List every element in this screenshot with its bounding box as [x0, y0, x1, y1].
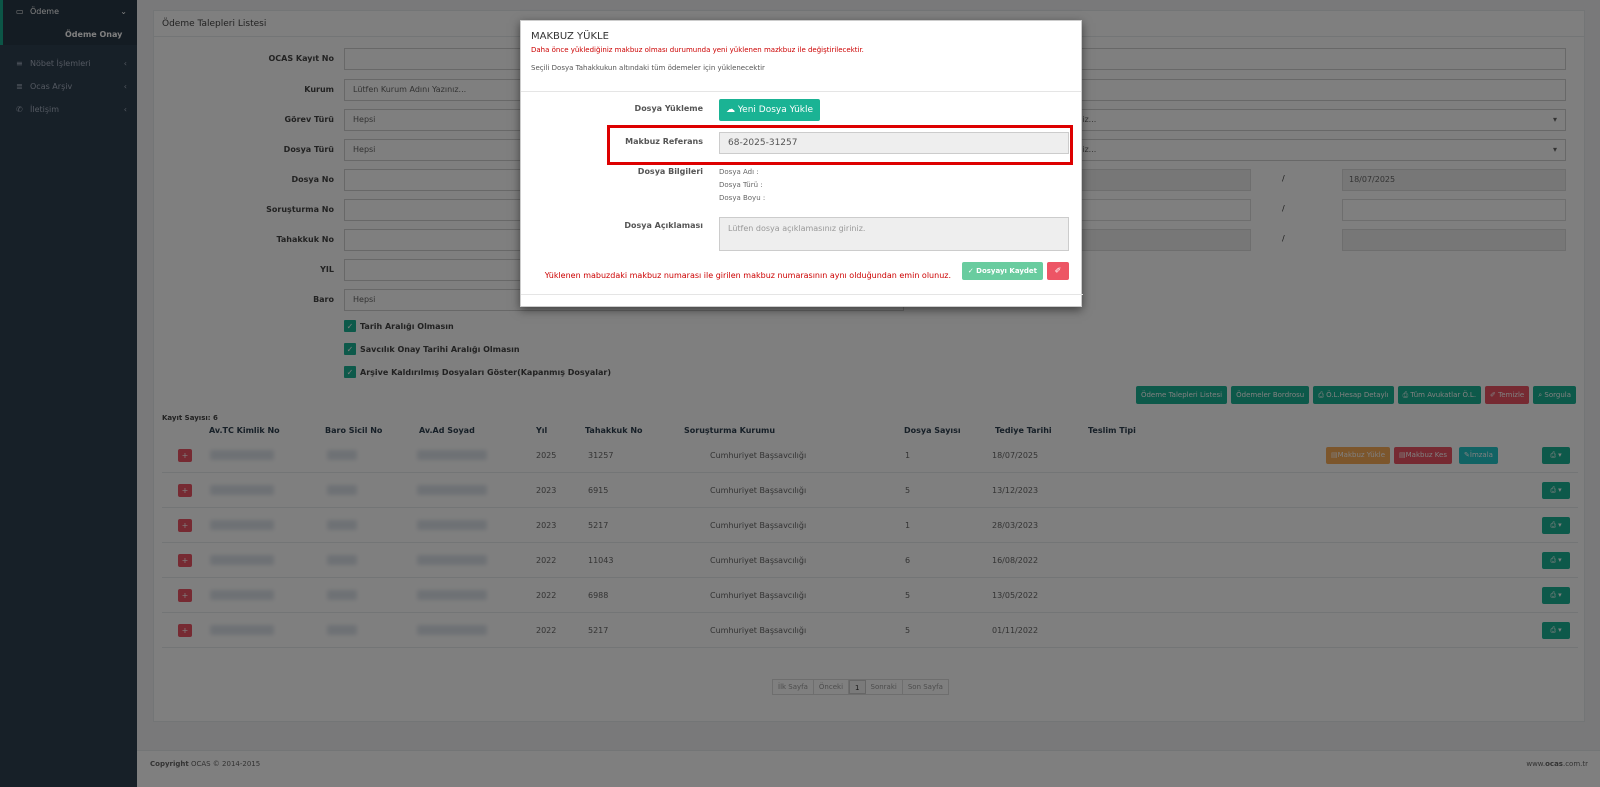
highlight-box — [607, 125, 1073, 165]
new-file-upload-label: Yeni Dosya Yükle — [737, 105, 814, 115]
upload-row: Dosya Yükleme ☁ Yeni Dosya Yükle — [521, 99, 1083, 121]
cloud-upload-icon: ☁ — [726, 105, 738, 115]
file-name-info: Dosya Adı : — [719, 168, 759, 176]
info-label: Dosya Bilgileri — [637, 167, 703, 176]
file-size-info: Dosya Boyu : — [719, 194, 766, 202]
modal-header: MAKBUZ YÜKLE Daha önce yüklediğiniz makb… — [521, 21, 1081, 92]
desc-label: Dosya Açıklaması — [624, 221, 703, 230]
modal-subtitle: Seçili Dosya Tahakkukun altındaki tüm öd… — [531, 64, 765, 72]
modal-title: MAKBUZ YÜKLE — [531, 31, 609, 42]
new-file-upload-button[interactable]: ☁ Yeni Dosya Yükle — [719, 99, 821, 121]
file-description-textarea[interactable]: Lütfen dosya açıklamasınız giriniz. — [719, 217, 1069, 251]
eraser-icon: ✐ — [1054, 266, 1062, 275]
file-type-info: Dosya Türü : — [719, 181, 763, 189]
save-file-label: Dosyayı Kaydet — [976, 267, 1037, 275]
check-icon: ✓ — [967, 267, 977, 275]
modal-footer — [521, 294, 1083, 295]
info-row: Dosya Bilgileri Dosya Adı : Dosya Türü :… — [521, 167, 1083, 207]
clear-modal-button[interactable]: ✐ — [1047, 262, 1069, 280]
save-file-button[interactable]: ✓ Dosyayı Kaydet — [961, 262, 1043, 280]
desc-row: Dosya Açıklaması Lütfen dosya açıklaması… — [521, 217, 1083, 251]
modal-warning: Daha önce yüklediğiniz makbuz olması dur… — [531, 46, 864, 54]
upload-label: Dosya Yükleme — [634, 104, 703, 113]
modal-bottom-warning: Yüklenen mabuzdaki makbuz numarası ile g… — [544, 271, 951, 280]
